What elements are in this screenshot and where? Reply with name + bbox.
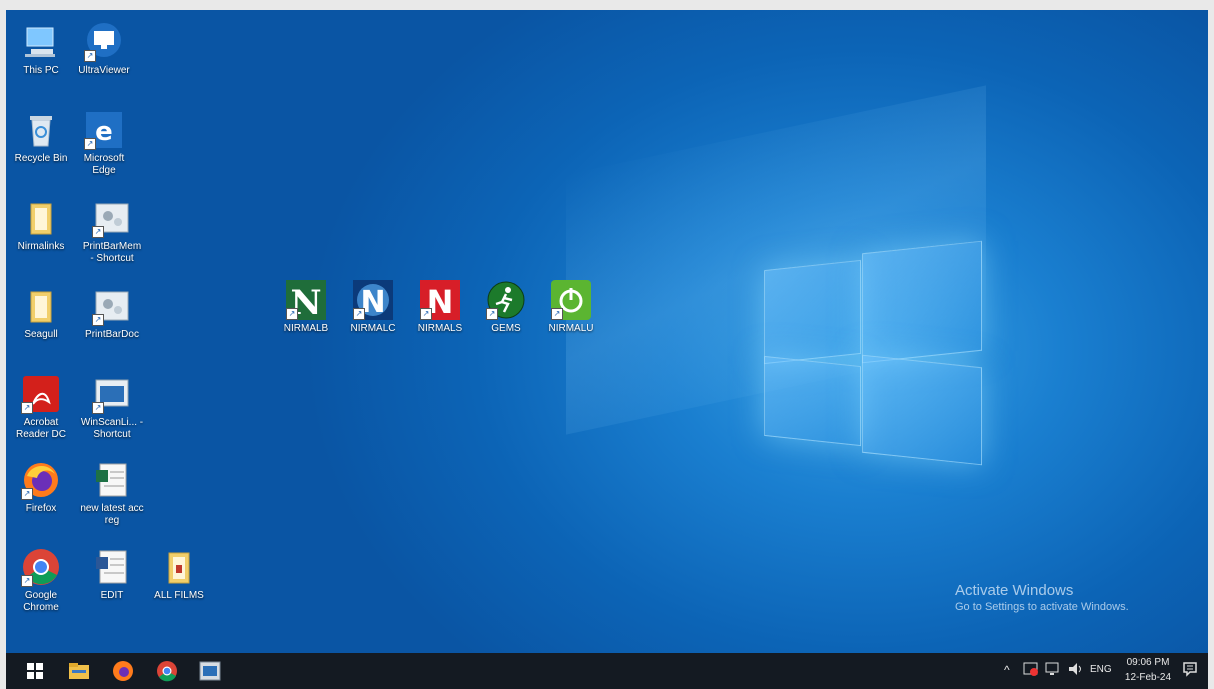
activate-windows-watermark: Activate Windows Go to Settings to activ… [955, 582, 1129, 613]
icon-label: NIRMALC [350, 323, 396, 334]
edge-icon: e ↗ [84, 110, 124, 150]
acrobat-icon: ↗ [21, 374, 61, 414]
taskbar-file-explorer[interactable] [66, 659, 92, 683]
chrome-icon: ↗ [21, 547, 61, 587]
desktop-icon-nirmalu[interactable]: ↗ NIRMALU [539, 280, 603, 335]
desktop-icon-this-pc[interactable]: This PC [9, 22, 73, 77]
icon-label: NIRMALU [548, 323, 594, 334]
shortcut-arrow-icon: ↗ [420, 308, 432, 320]
security-icon[interactable] [1023, 661, 1039, 680]
shortcut-arrow-icon: ↗ [92, 226, 104, 238]
taskbar-firefox[interactable] [110, 659, 136, 683]
icon-label: GEMS [491, 323, 521, 334]
icon-label: PrintBarMem - Shortcut [82, 241, 142, 264]
watermark-subtitle: Go to Settings to activate Windows. [955, 601, 1129, 613]
runner-icon: ↗ [486, 280, 526, 320]
shortcut-arrow-icon: ↗ [21, 488, 33, 500]
taskbar-app[interactable] [197, 659, 223, 683]
desktop-icon-nirmals[interactable]: N ↗ NIRMALS [408, 280, 472, 335]
shortcut-arrow-icon: ↗ [486, 308, 498, 320]
language-indicator[interactable]: ENG [1090, 664, 1112, 675]
desktop-icon-new-latest-acc-reg[interactable]: new latest acc reg [80, 460, 144, 527]
shortcut-arrow-icon: ↗ [286, 308, 298, 320]
icon-label: Firefox [25, 503, 57, 514]
desktop-icon-chrome[interactable]: ↗ Google Chrome [9, 547, 73, 614]
clock[interactable]: 09:06 PM 12-Feb-24 [1120, 655, 1176, 685]
icon-label: PrintBarDoc [85, 329, 139, 340]
chrome-icon [157, 661, 177, 682]
network-icon[interactable] [1045, 661, 1061, 680]
folder-icon [21, 198, 61, 238]
icon-label: EDIT [100, 590, 124, 601]
clock-date: 12-Feb-24 [1124, 672, 1172, 683]
shortcut-arrow-icon: ↗ [92, 402, 104, 414]
file-explorer-icon [69, 663, 89, 679]
desktop-icon-printbarmem[interactable]: ↗ PrintBarMem - Shortcut [80, 198, 144, 265]
computer-icon [21, 22, 61, 62]
firefox-icon: ↗ [21, 460, 61, 500]
shortcut-arrow-icon: ↗ [21, 575, 33, 587]
desktop-icon-nirmalinks[interactable]: Nirmalinks [9, 198, 73, 253]
icon-label: NIRMALS [417, 323, 463, 334]
icon-label: This PC [23, 65, 59, 76]
desktop-icon-printbardoc[interactable]: ↗ PrintBarDoc [80, 286, 144, 341]
show-hidden-icons-button[interactable]: ^ [1004, 663, 1010, 677]
icon-label: Google Chrome [23, 590, 59, 613]
desktop-icon-nirmalc[interactable]: N ↗ NIRMALC [341, 280, 405, 335]
volume-icon[interactable] [1067, 661, 1085, 680]
firefox-icon [113, 661, 133, 681]
clock-time: 09:06 PM [1126, 657, 1170, 668]
recycle-bin-icon [21, 110, 61, 150]
monitor-icon: ↗ [84, 22, 124, 62]
document-icon [92, 547, 132, 587]
spreadsheet-icon [92, 460, 132, 500]
icon-label: Acrobat Reader DC [15, 417, 67, 440]
shortcut-arrow-icon: ↗ [353, 308, 365, 320]
settings-icon: ↗ [92, 198, 132, 238]
notification-icon[interactable] [1182, 661, 1198, 680]
desktop-icon-seagull[interactable]: Seagull [9, 286, 73, 341]
icon-label: Microsoft Edge [83, 153, 125, 176]
watermark-title: Activate Windows [955, 582, 1074, 599]
desktop-icon-gems[interactable]: ↗ GEMS [474, 280, 538, 335]
icon-label: WinScanLi... - Shortcut [80, 417, 144, 440]
app-window-icon [199, 661, 221, 681]
icon-label: NIRMALB [283, 323, 329, 334]
windows-logo [758, 235, 984, 470]
desktop[interactable]: This PC Recycle Bin Nirmalinks Seagull ↗… [6, 10, 1208, 653]
window-icon: ↗ [92, 374, 132, 414]
svg-text:e: e [95, 117, 113, 147]
desktop-icon-acrobat[interactable]: ↗ Acrobat Reader DC [9, 374, 73, 441]
nirmal-n-icon: N ↗ [420, 280, 460, 321]
icon-label: Seagull [24, 329, 58, 340]
icon-label: UltraViewer [78, 65, 130, 76]
taskbar-chrome[interactable] [154, 659, 180, 683]
icon-label: ALL FILMS [154, 590, 204, 601]
desktop-icon-firefox[interactable]: ↗ Firefox [9, 460, 73, 515]
start-icon [27, 663, 43, 679]
icon-label: new latest acc reg [80, 503, 144, 526]
folder-icon [159, 547, 199, 587]
desktop-icon-nirmalb[interactable]: N ↗ NIRMALB [274, 280, 338, 335]
desktop-icon-all-films[interactable]: ALL FILMS [147, 547, 211, 602]
nirmal-n-icon: N ↗ [353, 280, 393, 320]
folder-icon [21, 286, 61, 326]
icon-label: Recycle Bin [14, 153, 68, 164]
desktop-icon-edge[interactable]: e ↗ Microsoft Edge [72, 110, 136, 177]
power-icon: ↗ [551, 280, 591, 320]
settings-icon: ↗ [92, 286, 132, 326]
desktop-icon-edit[interactable]: EDIT [80, 547, 144, 602]
icon-label: Nirmalinks [17, 241, 65, 252]
desktop-icon-winscan[interactable]: ↗ WinScanLi... - Shortcut [80, 374, 144, 441]
shortcut-arrow-icon: ↗ [84, 50, 96, 62]
shortcut-arrow-icon: ↗ [21, 402, 33, 414]
shortcut-arrow-icon: ↗ [92, 314, 104, 326]
desktop-icon-recycle-bin[interactable]: Recycle Bin [9, 110, 73, 165]
shortcut-arrow-icon: ↗ [551, 308, 563, 320]
shortcut-arrow-icon: ↗ [84, 138, 96, 150]
taskbar: ^ ENG 09:06 PM 12-Feb-24 [6, 653, 1208, 689]
desktop-icon-ultraviewer[interactable]: ↗ UltraViewer [72, 22, 136, 77]
nirmal-n-icon: N ↗ [286, 280, 326, 323]
start-button[interactable] [22, 659, 48, 683]
